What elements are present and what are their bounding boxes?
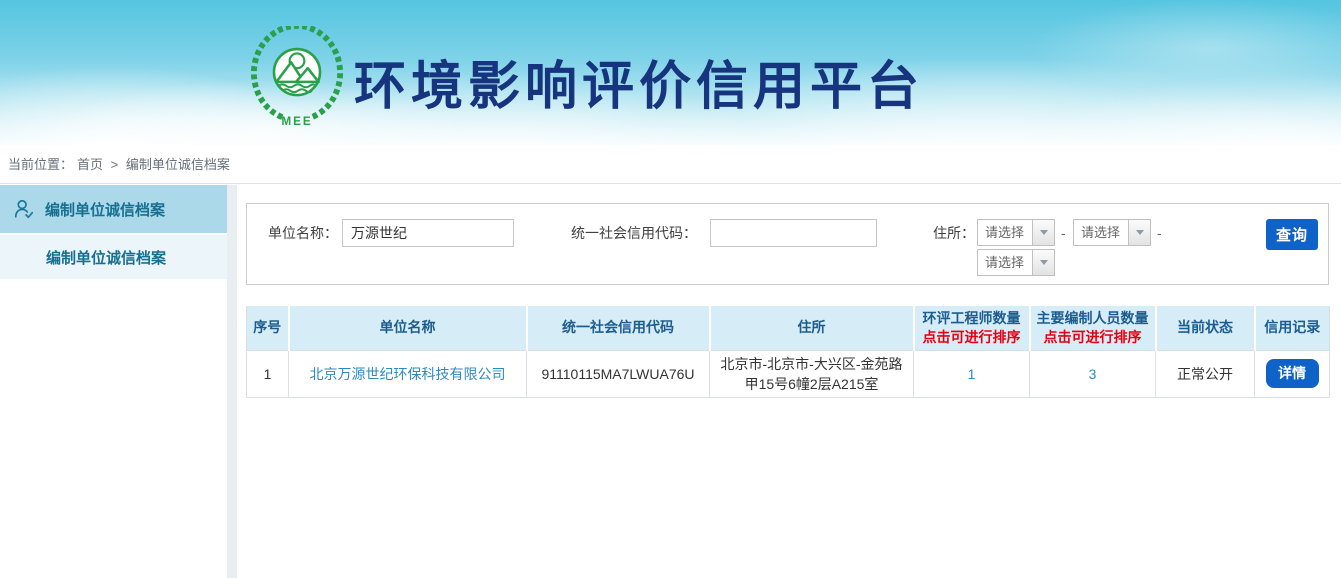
mee-logo-icon: MEE [248, 26, 346, 128]
province-select[interactable]: 请选择 [977, 219, 1055, 246]
sidebar-subitem-label: 编制单位诚信档案 [46, 247, 166, 268]
chevron-down-icon [1040, 230, 1048, 235]
breadcrumb-current: 编制单位诚信档案 [126, 157, 230, 172]
table-row: 1 北京万源世纪环保科技有限公司 91110115MA7LWUA76U 北京市-… [247, 350, 1330, 397]
col-header-index: 序号 [247, 306, 289, 350]
breadcrumb: 当前位置： 首页 > 编制单位诚信档案 [0, 145, 1341, 184]
cell-index: 1 [247, 350, 289, 397]
results-table: 序号 单位名称 统一社会信用代码 住所 环评工程师数量 点击可进行排序 主要编制… [246, 306, 1330, 398]
user-check-icon [13, 198, 35, 220]
district-select[interactable]: 请选择 [977, 249, 1055, 276]
cell-status: 正常公开 [1156, 350, 1255, 397]
svg-text:MEE: MEE [281, 115, 312, 128]
province-select-value: 请选择 [978, 220, 1032, 245]
sidebar-item-credit-archive[interactable]: 编制单位诚信档案 [0, 185, 227, 233]
sidebar-divider [227, 185, 237, 578]
page: MEE 环境影响评价信用平台 当前位置： 首页 > 编制单位诚信档案 编制单位诚信… [0, 0, 1341, 578]
main-content: 单位名称： 统一社会信用代码： 住所： 请选择 - 请选择 - 请选择 [237, 185, 1341, 578]
col-header-credit-code: 统一社会信用代码 [527, 306, 710, 350]
unit-name-input[interactable] [342, 219, 514, 247]
address-dash-2: - [1157, 219, 1162, 247]
breadcrumb-home-link[interactable]: 首页 [77, 157, 103, 172]
unit-name-label: 单位名称： [268, 219, 338, 247]
col-header-address: 住所 [710, 306, 914, 350]
address-dash-1: - [1061, 219, 1066, 247]
city-select-value: 请选择 [1074, 220, 1128, 245]
site-header: MEE 环境影响评价信用平台 [0, 0, 1341, 145]
sidebar-item-label: 编制单位诚信档案 [45, 199, 165, 220]
col-header-credit-record: 信用记录 [1255, 306, 1330, 350]
detail-button[interactable]: 详情 [1266, 359, 1319, 388]
city-select[interactable]: 请选择 [1073, 219, 1151, 246]
chevron-down-icon [1136, 230, 1144, 235]
address-label: 住所： [933, 219, 975, 247]
col-header-unit-name: 单位名称 [289, 306, 527, 350]
engineer-count-link[interactable]: 1 [968, 366, 976, 382]
sort-hint-engineers[interactable]: 点击可进行排序 [915, 328, 1029, 347]
sidebar-subitem-credit-archive[interactable]: 编制单位诚信档案 [0, 233, 227, 279]
table-header-row: 序号 单位名称 统一社会信用代码 住所 环评工程师数量 点击可进行排序 主要编制… [247, 306, 1330, 350]
province-select-arrow-button[interactable] [1032, 220, 1054, 245]
city-select-arrow-button[interactable] [1128, 220, 1150, 245]
credit-code-input[interactable] [710, 219, 877, 247]
breadcrumb-separator: > [111, 157, 119, 172]
sort-hint-staff[interactable]: 点击可进行排序 [1031, 328, 1155, 347]
chevron-down-icon [1040, 260, 1048, 265]
cell-address: 北京市-北京市-大兴区-金苑路甲15号6幢2层A215室 [710, 350, 914, 397]
query-button[interactable]: 查询 [1266, 219, 1318, 250]
cell-credit-code: 91110115MA7LWUA76U [527, 350, 710, 397]
breadcrumb-prefix: 当前位置： [8, 157, 73, 172]
col-header-staff-count[interactable]: 主要编制人员数量 点击可进行排序 [1030, 306, 1156, 350]
credit-code-label: 统一社会信用代码： [571, 219, 697, 247]
sidebar: 编制单位诚信档案 编制单位诚信档案 [0, 185, 227, 578]
staff-count-link[interactable]: 3 [1089, 366, 1097, 382]
district-select-value: 请选择 [978, 250, 1032, 275]
district-select-arrow-button[interactable] [1032, 250, 1054, 275]
search-panel: 单位名称： 统一社会信用代码： 住所： 请选择 - 请选择 - 请选择 [246, 203, 1329, 285]
unit-name-link[interactable]: 北京万源世纪环保科技有限公司 [310, 366, 506, 382]
page-body: 编制单位诚信档案 编制单位诚信档案 单位名称： 统一社会信用代码： 住所： 请选… [0, 185, 1341, 578]
col-header-status: 当前状态 [1156, 306, 1255, 350]
col-header-engineer-count[interactable]: 环评工程师数量 点击可进行排序 [914, 306, 1030, 350]
page-title: 环境影响评价信用平台 [354, 44, 924, 119]
